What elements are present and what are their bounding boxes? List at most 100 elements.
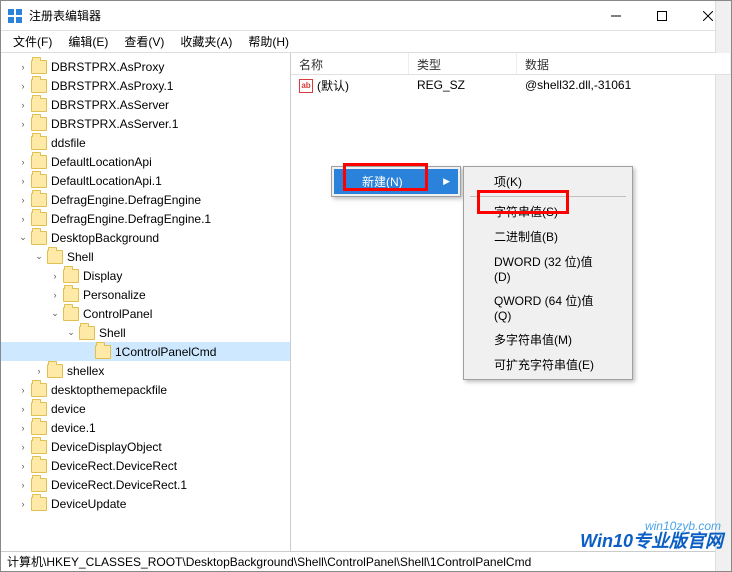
maximize-button[interactable] bbox=[639, 1, 685, 31]
tree-item-label: DBRSTPRX.AsProxy.1 bbox=[51, 79, 173, 93]
submenu-item[interactable]: QWORD (64 位)值(Q) bbox=[466, 288, 630, 327]
menu-edit[interactable]: 编辑(E) bbox=[60, 31, 116, 52]
menu-help[interactable]: 帮助(H) bbox=[240, 31, 297, 52]
tree-item[interactable]: ›Personalize bbox=[1, 285, 290, 304]
tree-collapsed-icon[interactable]: › bbox=[17, 479, 29, 491]
tree-expanded-icon[interactable]: ⌄ bbox=[17, 232, 29, 244]
submenu-new[interactable]: 项(K) 字符串值(S) 二进制值(B) DWORD (32 位)值(D) QWORD … bbox=[463, 166, 633, 380]
submenu-item[interactable]: 多字符串值(M) bbox=[466, 327, 630, 352]
tree-item[interactable]: ›DefragEngine.DefragEngine bbox=[1, 190, 290, 209]
value-type: REG_SZ bbox=[409, 78, 517, 92]
tree-item[interactable]: ⌄ ControlPanel bbox=[1, 304, 290, 323]
tree-item[interactable]: › shellex bbox=[1, 361, 290, 380]
submenu-item-label: 字符串值(S) bbox=[494, 203, 558, 220]
list-header: 名称 类型 数据 bbox=[291, 53, 731, 75]
tree-item-label: Shell bbox=[67, 250, 94, 264]
tree-item[interactable]: ddsfile bbox=[1, 133, 290, 152]
tree-collapsed-icon[interactable]: › bbox=[17, 194, 29, 206]
tree-item[interactable]: ›device bbox=[1, 399, 290, 418]
tree-collapsed-icon[interactable]: › bbox=[33, 365, 45, 377]
list-panel[interactable]: 名称 类型 数据 ab (默认) REG_SZ @shell32.dll,-310… bbox=[291, 53, 731, 551]
tree-item[interactable]: ›DefaultLocationApi.1 bbox=[1, 171, 290, 190]
folder-icon bbox=[31, 98, 47, 112]
tree-collapsed-icon[interactable]: › bbox=[17, 422, 29, 434]
string-value-icon: ab bbox=[299, 79, 313, 93]
menu-item-new[interactable]: 新建(N) ▶ bbox=[334, 169, 458, 194]
tree-collapsed-icon[interactable]: › bbox=[17, 99, 29, 111]
tree-item[interactable]: ⌄ DesktopBackground bbox=[1, 228, 290, 247]
tree-item-label: DefragEngine.DefragEngine.1 bbox=[51, 212, 211, 226]
tree-item[interactable]: 1ControlPanelCmd bbox=[1, 342, 290, 361]
tree-item-label: DeviceRect.DeviceRect bbox=[51, 459, 177, 473]
tree-expanded-icon[interactable]: ⌄ bbox=[33, 251, 45, 263]
tree-item[interactable]: ›DeviceUpdate bbox=[1, 494, 290, 513]
submenu-item[interactable]: 二进制值(B) bbox=[466, 224, 630, 249]
submenu-arrow-icon: ▶ bbox=[443, 176, 450, 187]
folder-icon bbox=[31, 212, 47, 226]
tree-item-label: shellex bbox=[67, 364, 104, 378]
folder-icon bbox=[31, 79, 47, 93]
tree-item[interactable]: › DBRSTPRX.AsProxy.1 bbox=[1, 76, 290, 95]
tree-item[interactable]: › DBRSTPRX.AsServer bbox=[1, 95, 290, 114]
tree-collapsed-icon[interactable]: › bbox=[49, 289, 61, 301]
tree-item-label: DBRSTPRX.AsProxy bbox=[51, 60, 164, 74]
tree-collapsed-icon[interactable]: › bbox=[17, 156, 29, 168]
submenu-item[interactable]: 项(K) bbox=[466, 169, 630, 194]
tree-expanded-icon[interactable]: ⌄ bbox=[65, 327, 77, 339]
tree-item[interactable]: › DefragEngine.DefragEngine.1 bbox=[1, 209, 290, 228]
folder-icon bbox=[31, 60, 47, 74]
tree-collapsed-icon[interactable]: › bbox=[17, 441, 29, 453]
tree-collapsed-icon[interactable]: › bbox=[17, 80, 29, 92]
menu-favorites[interactable]: 收藏夹(A) bbox=[172, 31, 240, 52]
folder-icon bbox=[31, 383, 47, 397]
tree-item[interactable]: ⌄ Shell bbox=[1, 247, 290, 266]
tree-item[interactable]: › DBRSTPRX.AsProxy bbox=[1, 57, 290, 76]
menu-item-new-label: 新建(N) bbox=[362, 173, 403, 190]
tree-item[interactable]: › DBRSTPRX.AsServer.1 bbox=[1, 114, 290, 133]
tree-item-label: Display bbox=[83, 269, 122, 283]
tree-item[interactable]: ›device.1 bbox=[1, 418, 290, 437]
menu-file[interactable]: 文件(F) bbox=[5, 31, 60, 52]
menu-view[interactable]: 查看(V) bbox=[116, 31, 172, 52]
submenu-item-label: 多字符串值(M) bbox=[494, 331, 572, 348]
value-name: (默认) bbox=[317, 79, 349, 93]
tree-item-label: DesktopBackground bbox=[51, 231, 159, 245]
tree-collapsed-icon[interactable]: › bbox=[17, 460, 29, 472]
tree-item-label: DBRSTPRX.AsServer bbox=[51, 98, 169, 112]
tree-expanded-icon[interactable]: ⌄ bbox=[49, 308, 61, 320]
tree-item[interactable]: › DeviceRect.DeviceRect bbox=[1, 456, 290, 475]
tree-item[interactable]: ⌄ Shell bbox=[1, 323, 290, 342]
tree-collapsed-icon[interactable]: › bbox=[17, 118, 29, 130]
column-type[interactable]: 类型 bbox=[409, 53, 517, 74]
value-data: @shell32.dll,-31061 bbox=[517, 78, 731, 92]
tree-item[interactable]: ›DeviceDisplayObject bbox=[1, 437, 290, 456]
column-data[interactable]: 数据 bbox=[517, 53, 731, 74]
list-row[interactable]: ab (默认) REG_SZ @shell32.dll,-31061 bbox=[291, 75, 731, 95]
tree-collapsed-icon[interactable]: › bbox=[17, 384, 29, 396]
tree-item-label: ControlPanel bbox=[83, 307, 152, 321]
tree-collapsed-icon[interactable]: › bbox=[17, 498, 29, 510]
tree-item[interactable]: ›DefaultLocationApi bbox=[1, 152, 290, 171]
tree-item-label: Shell bbox=[99, 326, 126, 340]
submenu-item[interactable]: DWORD (32 位)值(D) bbox=[466, 249, 630, 288]
context-menu[interactable]: 新建(N) ▶ bbox=[331, 166, 461, 197]
value-name-cell: ab (默认) bbox=[291, 77, 409, 94]
tree-collapsed-icon[interactable]: › bbox=[17, 175, 29, 187]
tree-collapsed-icon[interactable]: › bbox=[17, 61, 29, 73]
folder-icon bbox=[63, 307, 79, 321]
column-name[interactable]: 名称 bbox=[291, 53, 409, 74]
tree-item[interactable]: ›desktopthemepackfile bbox=[1, 380, 290, 399]
folder-icon bbox=[31, 440, 47, 454]
app-icon bbox=[7, 8, 23, 24]
minimize-button[interactable] bbox=[593, 1, 639, 31]
tree-item-label: DBRSTPRX.AsServer.1 bbox=[51, 117, 178, 131]
submenu-item-label: DWORD (32 位)值(D) bbox=[494, 253, 606, 284]
tree-item[interactable]: ›DeviceRect.DeviceRect.1 bbox=[1, 475, 290, 494]
submenu-item[interactable]: 可扩充字符串值(E) bbox=[466, 352, 630, 377]
tree-panel[interactable]: › DBRSTPRX.AsProxy › DBRSTPRX.AsProxy.1 › DBR… bbox=[1, 53, 291, 551]
tree-item[interactable]: › Display bbox=[1, 266, 290, 285]
tree-collapsed-icon[interactable]: › bbox=[17, 213, 29, 225]
submenu-item[interactable]: 字符串值(S) bbox=[466, 199, 630, 224]
tree-collapsed-icon[interactable]: › bbox=[49, 270, 61, 282]
tree-collapsed-icon[interactable]: › bbox=[17, 403, 29, 415]
